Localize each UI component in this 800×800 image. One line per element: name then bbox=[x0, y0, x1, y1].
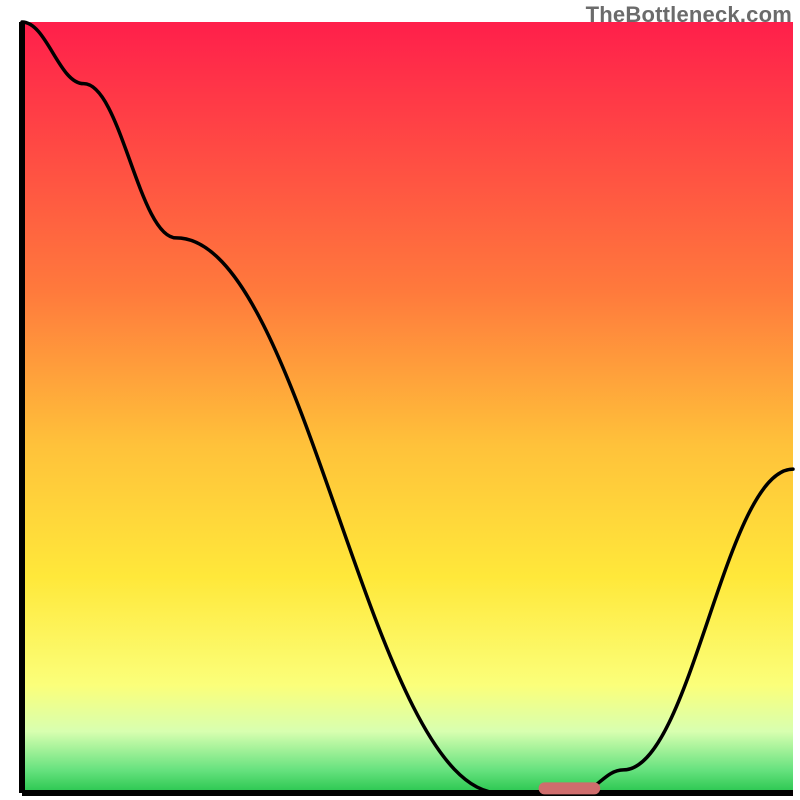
plot-background bbox=[22, 22, 793, 793]
optimal-zone-marker bbox=[539, 782, 601, 794]
chart-stage: TheBottleneck.com bbox=[0, 0, 800, 800]
bottleneck-chart bbox=[0, 0, 800, 800]
watermark-text: TheBottleneck.com bbox=[586, 2, 792, 28]
